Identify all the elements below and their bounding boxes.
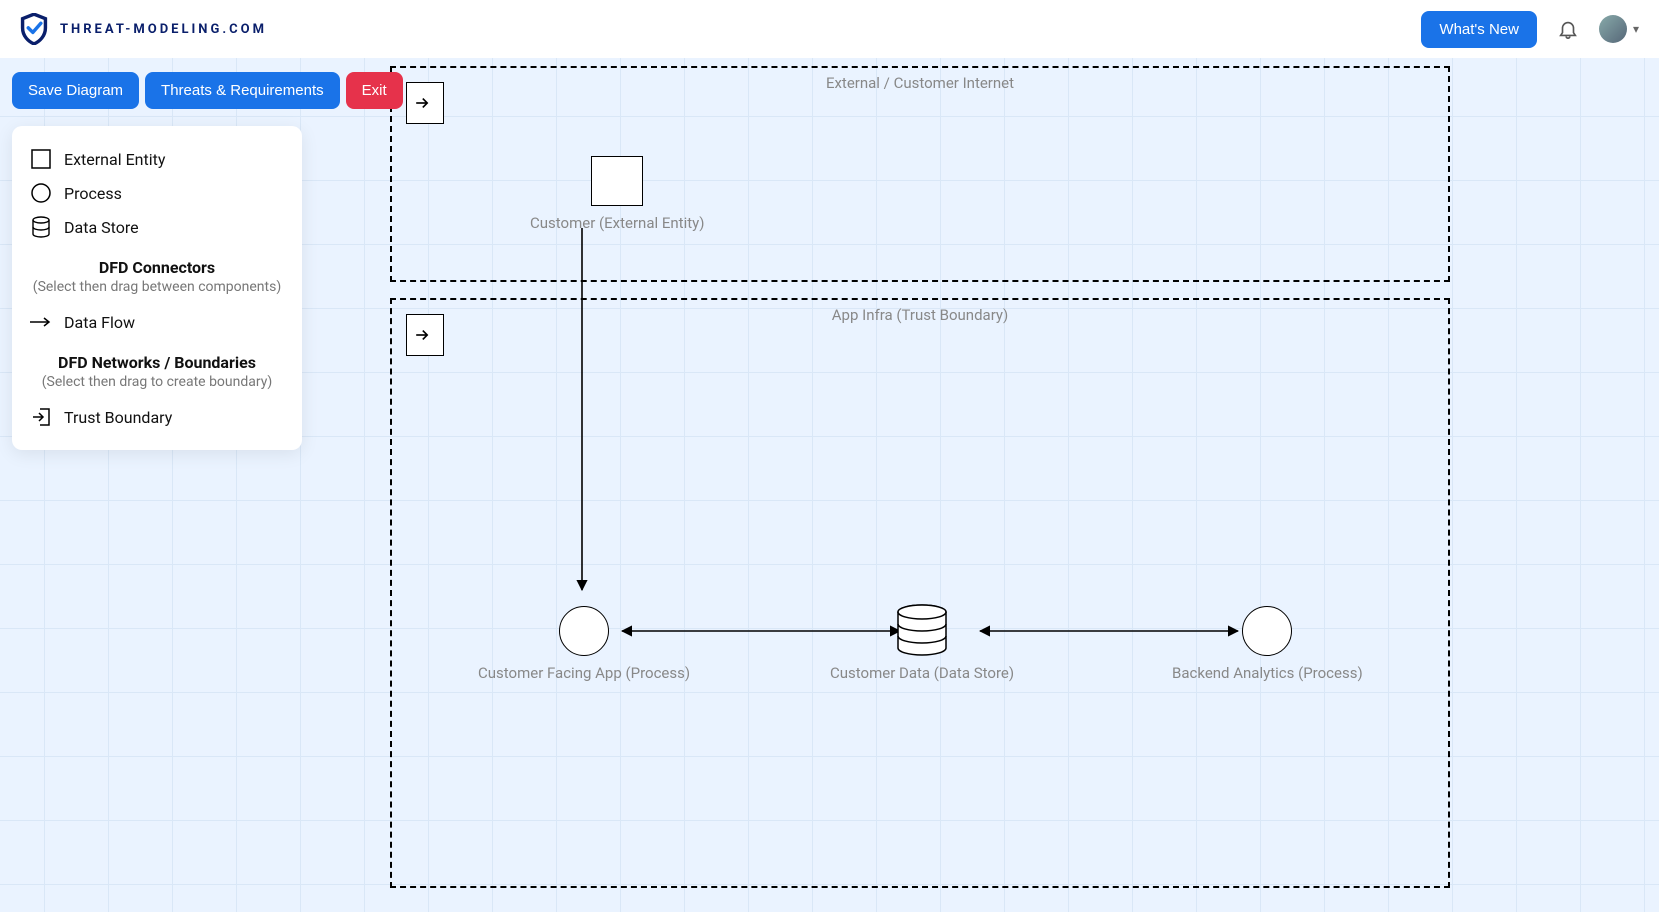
node-backend-analytics[interactable]: Backend Analytics (Process) [1172, 606, 1363, 682]
arrow-right-icon [30, 311, 52, 333]
exit-button[interactable]: Exit [346, 72, 403, 109]
palette-process[interactable]: Process [26, 176, 288, 210]
shield-logo-icon [20, 13, 48, 45]
chevron-down-icon: ▾ [1633, 22, 1639, 36]
user-menu[interactable]: ▾ [1599, 15, 1639, 43]
node-customer-data[interactable]: Customer Data (Data Store) [830, 604, 1014, 682]
boundary-handle-icon[interactable] [406, 82, 444, 124]
boundary-handle-icon[interactable] [406, 314, 444, 356]
connectors-heading: DFD Connectors [26, 258, 288, 277]
boundaries-sub: (Select then drag to create boundary) [26, 374, 288, 390]
node-label: Customer Facing App (Process) [478, 664, 690, 682]
circle-icon [30, 182, 52, 204]
logo[interactable]: THREAT-MODELING.COM [20, 13, 267, 45]
trust-boundary-app-infra[interactable]: App Infra (Trust Boundary) [390, 298, 1450, 888]
process-shape [559, 606, 609, 656]
whats-new-button[interactable]: What's New [1421, 11, 1537, 48]
palette-data-store[interactable]: Data Store [26, 210, 288, 244]
boundaries-heading: DFD Networks / Boundaries [26, 353, 288, 372]
node-label: Customer Data (Data Store) [830, 664, 1014, 682]
data-store-shape [894, 604, 950, 656]
palette-label: Trust Boundary [64, 408, 172, 427]
square-icon [30, 148, 52, 170]
boundary-label: App Infra (Trust Boundary) [392, 306, 1448, 324]
diagram-canvas[interactable]: Save Diagram Threats & Requirements Exit… [0, 58, 1659, 912]
avatar [1599, 15, 1627, 43]
palette-external-entity[interactable]: External Entity [26, 142, 288, 176]
process-shape [1242, 606, 1292, 656]
login-icon [30, 406, 52, 428]
external-entity-shape [591, 156, 643, 206]
palette-trust-boundary[interactable]: Trust Boundary [26, 400, 288, 434]
node-customer-facing-app[interactable]: Customer Facing App (Process) [478, 606, 690, 682]
database-icon [30, 216, 52, 238]
boundary-label: External / Customer Internet [392, 74, 1448, 92]
notifications-icon[interactable] [1557, 18, 1579, 40]
node-customer[interactable]: Customer (External Entity) [530, 156, 704, 232]
palette-label: Data Flow [64, 313, 135, 332]
palette-label: Process [64, 184, 122, 203]
node-label: Backend Analytics (Process) [1172, 664, 1363, 682]
brand-text: THREAT-MODELING.COM [60, 22, 267, 37]
palette-label: External Entity [64, 150, 165, 169]
node-label: Customer (External Entity) [530, 214, 704, 232]
diagram-toolbar: Save Diagram Threats & Requirements Exit [12, 72, 403, 109]
palette-label: Data Store [64, 218, 139, 237]
palette-data-flow[interactable]: Data Flow [26, 305, 288, 339]
component-palette: External Entity Process Data Store DFD C… [12, 126, 302, 450]
connectors-sub: (Select then drag between components) [26, 279, 288, 295]
threats-requirements-button[interactable]: Threats & Requirements [145, 72, 340, 109]
save-diagram-button[interactable]: Save Diagram [12, 72, 139, 109]
app-header: THREAT-MODELING.COM What's New ▾ [0, 0, 1659, 58]
